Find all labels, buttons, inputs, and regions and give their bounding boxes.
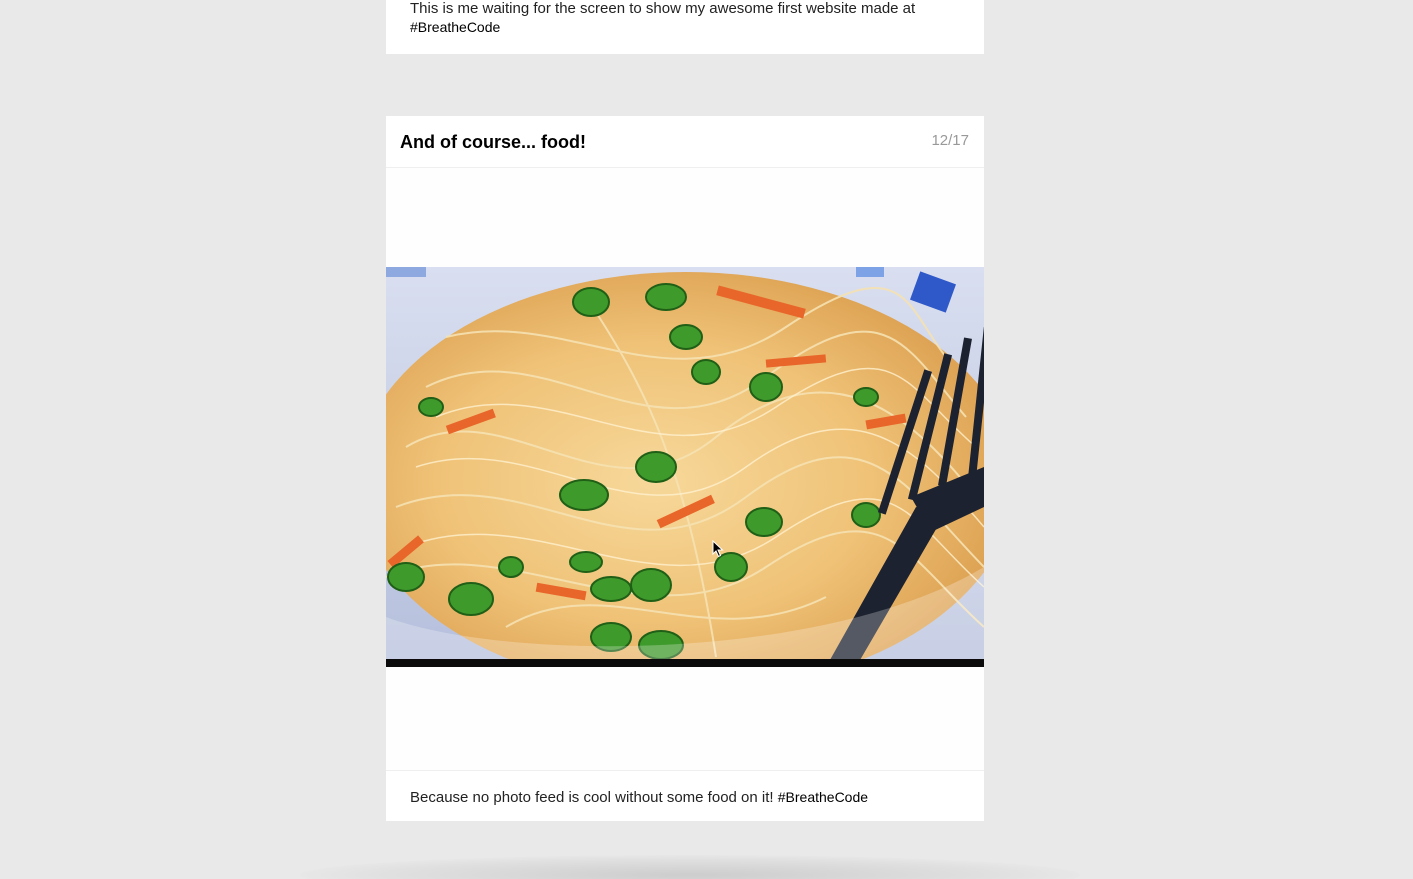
previous-post-caption-text: This is me waiting for the screen to sho… xyxy=(410,0,916,17)
previous-post-card: This is me waiting for the screen to sho… xyxy=(386,0,984,54)
post-counter: 12/17 xyxy=(931,132,969,149)
post-header: And of course... food! 12/17 xyxy=(386,116,984,168)
post-photo-area[interactable] xyxy=(386,168,984,770)
previous-post-hashtag[interactable]: #BreatheCode xyxy=(410,19,500,35)
post-hashtag[interactable]: #BreatheCode xyxy=(778,789,868,805)
next-card-shadow xyxy=(300,855,1080,879)
post-footer: Because no photo feed is cool without so… xyxy=(386,770,984,822)
photo-feed-page: This is me waiting for the screen to sho… xyxy=(0,0,1413,879)
post-photo[interactable] xyxy=(386,267,984,667)
post-caption: Because no photo feed is cool without so… xyxy=(410,788,868,807)
post-card: And of course... food! 12/17 Because no … xyxy=(386,116,984,821)
mouse-pointer-icon xyxy=(712,540,724,558)
post-caption-text: Because no photo feed is cool without so… xyxy=(410,789,774,806)
previous-post-caption: This is me waiting for the screen to sho… xyxy=(410,0,970,37)
post-title: And of course... food! xyxy=(400,132,586,152)
